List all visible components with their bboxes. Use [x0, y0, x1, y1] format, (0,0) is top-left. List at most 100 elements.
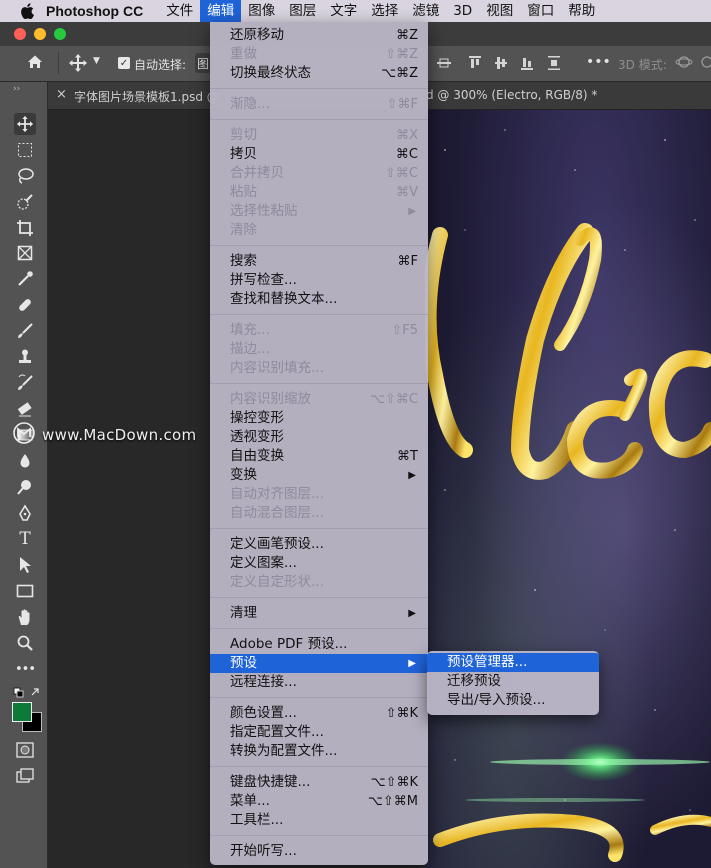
move-tool-icon[interactable]	[68, 53, 88, 76]
edit-menu-item[interactable]: 工具栏...	[210, 811, 428, 830]
distribute-icon[interactable]	[547, 55, 561, 74]
close-tab-icon[interactable]: ×	[56, 87, 67, 102]
edit-menu-item: 描边...	[210, 340, 428, 359]
menu-item-label: 转换为配置文件...	[230, 743, 338, 759]
quick-selection-tool-icon[interactable]	[14, 191, 36, 213]
edit-menu-item[interactable]: 透视变形	[210, 428, 428, 447]
edit-menu-item[interactable]: 定义画笔预设...	[210, 535, 428, 554]
type-tool-icon[interactable]: T	[14, 528, 36, 550]
path-selection-tool-icon[interactable]	[14, 554, 36, 576]
zoom-window-button[interactable]	[54, 28, 66, 40]
lasso-tool-icon[interactable]	[14, 165, 36, 187]
app-name[interactable]: Photoshop CC	[46, 3, 143, 19]
document-canvas[interactable]	[425, 110, 711, 868]
edit-menu-item[interactable]: 查找和替换文本...	[210, 290, 428, 309]
edit-menu-item[interactable]: 清理 ▶	[210, 604, 428, 623]
frame-tool-icon[interactable]	[14, 242, 36, 264]
history-brush-tool-icon[interactable]	[14, 372, 36, 394]
screen-mode-icon[interactable]	[14, 765, 36, 787]
marquee-tool-icon[interactable]	[14, 139, 36, 161]
blur-tool-icon[interactable]	[14, 450, 36, 472]
zoom-tool-icon[interactable]	[14, 632, 36, 654]
align-middle-icon[interactable]	[494, 55, 508, 74]
edit-menu-item[interactable]: 菜单... ⌥⇧⌘M	[210, 792, 428, 811]
edit-menu-item[interactable]: 自由变换 ⌘T	[210, 447, 428, 466]
edit-menu-item[interactable]: 操控变形	[210, 409, 428, 428]
menu-file[interactable]: 文件	[159, 0, 200, 22]
apple-icon[interactable]	[18, 0, 36, 22]
eraser-tool-icon[interactable]	[14, 398, 36, 420]
edit-menu-item[interactable]: Adobe PDF 预设...	[210, 635, 428, 654]
menu-image[interactable]: 图像	[241, 0, 282, 22]
edit-menu-item: 自动对齐图层...	[210, 485, 428, 504]
menu-window[interactable]: 窗口	[520, 0, 561, 22]
minimize-window-button[interactable]	[34, 28, 46, 40]
3d-orbit-icon[interactable]	[675, 54, 693, 73]
quick-mask-icon[interactable]	[14, 739, 36, 761]
menu-item-label: 远程连接...	[230, 674, 297, 690]
chevron-down-icon[interactable]: ▼	[93, 56, 100, 66]
menu-3d[interactable]: 3D	[446, 0, 479, 22]
clone-stamp-tool-icon[interactable]	[14, 346, 36, 368]
menu-separator	[210, 835, 428, 837]
menu-layer[interactable]: 图层	[282, 0, 323, 22]
edit-menu-item[interactable]: 还原移动 ⌘Z	[210, 26, 428, 45]
eyedropper-tool-icon[interactable]	[14, 268, 36, 290]
edit-menu-item[interactable]: 开始听写...	[210, 842, 428, 861]
presets-submenu-item[interactable]: 导出/导入预设...	[427, 691, 599, 710]
rectangle-tool-icon[interactable]	[14, 580, 36, 602]
crop-tool-icon[interactable]	[14, 217, 36, 239]
edit-menu-item[interactable]: 转换为配置文件...	[210, 742, 428, 761]
edit-menu-item[interactable]: 指定配置文件...	[210, 723, 428, 742]
menu-view[interactable]: 视图	[479, 0, 520, 22]
edit-menu-item[interactable]: 远程连接...	[210, 673, 428, 692]
more-options-icon[interactable]: •••	[586, 54, 611, 70]
more-tools-icon[interactable]: •••	[14, 658, 36, 680]
pen-tool-icon[interactable]	[14, 502, 36, 524]
collapse-panel-icon[interactable]: ››	[13, 84, 20, 94]
menu-item-label: 颜色设置...	[230, 705, 297, 721]
presets-submenu-item[interactable]: 预设管理器...	[427, 653, 599, 672]
menu-separator	[210, 597, 428, 599]
align-bottom-icon[interactable]	[520, 55, 534, 74]
edit-menu-item[interactable]: 键盘快捷键... ⌥⇧⌘K	[210, 773, 428, 792]
auto-select-dropdown[interactable]: 图	[195, 53, 211, 73]
hand-tool-icon[interactable]	[14, 606, 36, 628]
healing-brush-tool-icon[interactable]	[14, 294, 36, 316]
foreground-color-swatch[interactable]	[12, 702, 32, 722]
edit-menu-item[interactable]: 颜色设置... ⇧⌘K	[210, 704, 428, 723]
default-colors-icon[interactable]	[12, 682, 42, 704]
menu-item-label: 定义自定形状...	[230, 574, 324, 590]
home-icon[interactable]	[26, 53, 44, 74]
auto-select-label: 自动选择:	[134, 58, 187, 72]
close-window-button[interactable]	[14, 28, 26, 40]
menu-item-label: 操控变形	[230, 410, 284, 426]
edit-menu-item[interactable]: 预设 ▶	[210, 654, 428, 673]
edit-menu-item[interactable]: 拼写检查...	[210, 271, 428, 290]
edit-menu-item[interactable]: 变换 ▶	[210, 466, 428, 485]
document-tab-active[interactable]: d @ 300% (Electro, RGB/8) *	[426, 88, 597, 102]
menu-edit[interactable]: 编辑	[200, 0, 242, 22]
edit-menu-item[interactable]: 切换最终状态 ⌥⌘Z	[210, 64, 428, 83]
document-tab-inactive[interactable]: 字体图片场景模板1.psd @	[74, 88, 219, 105]
menu-item-shortcut: ⇧F5	[391, 323, 418, 338]
presets-submenu-item[interactable]: 迁移预设	[427, 672, 599, 691]
menu-item-shortcut: ⇧⌘C	[385, 166, 418, 181]
3d-pan-icon[interactable]	[699, 54, 711, 73]
menu-type[interactable]: 文字	[323, 0, 364, 22]
menu-select[interactable]: 选择	[364, 0, 405, 22]
edit-menu-item[interactable]: 搜索 ⌘F	[210, 252, 428, 271]
menu-filter[interactable]: 滤镜	[405, 0, 446, 22]
auto-select-checkbox[interactable]: ✓	[118, 57, 130, 69]
brush-tool-icon[interactable]	[14, 320, 36, 342]
edit-menu-item[interactable]: 拷贝 ⌘C	[210, 145, 428, 164]
menu-item-shortcut: ⌥⇧⌘K	[370, 775, 418, 790]
align-top-icon[interactable]	[468, 55, 482, 74]
menu-help[interactable]: 帮助	[561, 0, 602, 22]
edit-menu-item[interactable]: 定义图案...	[210, 554, 428, 573]
align-center-icon[interactable]	[436, 56, 452, 73]
move-tool-icon[interactable]	[14, 113, 36, 135]
watermark: www.MacDown.com	[12, 421, 196, 449]
menu-item-shortcut: ⇧⌘F	[386, 97, 418, 112]
dodge-tool-icon[interactable]	[14, 476, 36, 498]
